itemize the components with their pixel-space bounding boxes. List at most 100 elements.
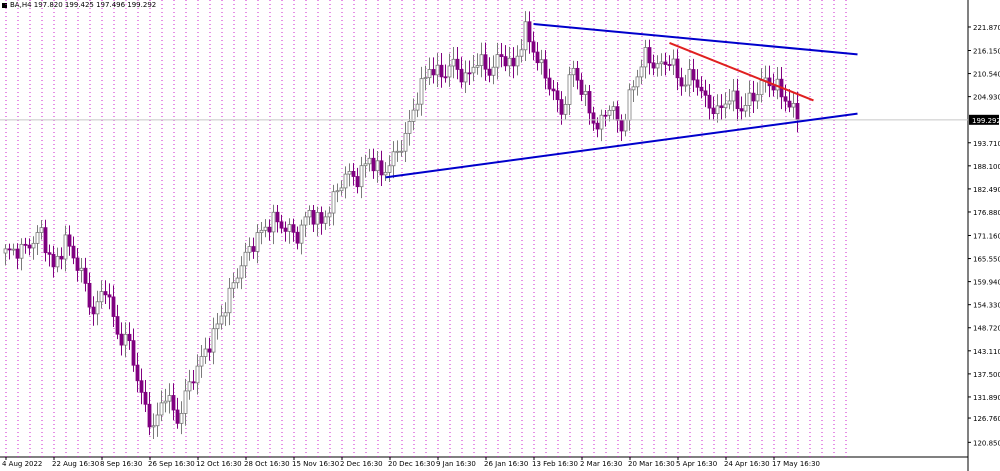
price-tick-label: 165.550 [973, 256, 1000, 264]
candle-body [91, 306, 96, 315]
candle-body [339, 187, 344, 192]
candle-body [371, 157, 376, 172]
price-tick-label: 182.490 [973, 186, 1000, 194]
price-tick-label: 221.870 [973, 24, 1000, 32]
candle-body [567, 74, 572, 105]
price-chart[interactable]: 221.870 216.150 210.540 204.930 193.710 188.1… [0, 0, 1000, 471]
candle-body [83, 267, 88, 284]
candle-body [55, 255, 60, 268]
price-tick-label: 131.890 [973, 394, 1000, 402]
candle-body [467, 72, 472, 75]
candle-body [415, 103, 420, 111]
time-tick-label: 22 Aug 16:30 [52, 460, 99, 468]
candle-body [3, 248, 8, 254]
candle-body [7, 248, 12, 251]
candle-body [119, 333, 124, 346]
blue-trendline[interactable] [533, 22, 858, 56]
candle-body [755, 94, 760, 102]
candle-body [387, 165, 392, 173]
candle-body [179, 412, 184, 424]
candle-body [739, 108, 744, 112]
candle-body [227, 287, 232, 314]
candle-body [743, 105, 748, 112]
candle-body [443, 76, 448, 79]
candle-body [531, 41, 536, 53]
candle-body [219, 315, 224, 325]
candle-body [663, 61, 668, 65]
candle-body [267, 226, 272, 233]
candle-body [231, 282, 236, 289]
candle-body [511, 57, 516, 67]
candle-body [107, 294, 112, 298]
candle-body [451, 58, 456, 67]
candle-body [335, 190, 340, 193]
candle-body [603, 114, 608, 117]
candle-body [123, 333, 128, 346]
time-tick-label: 4 Aug 2022 [2, 460, 42, 468]
candle-body [559, 99, 564, 115]
candle-body [619, 119, 624, 132]
candle-body [671, 58, 676, 66]
price-tick-label: 126.760 [973, 415, 1000, 423]
candle-body [427, 69, 432, 79]
candle-body [279, 221, 284, 229]
candle-body [311, 210, 316, 225]
candle-body [615, 106, 620, 121]
candle-body [627, 89, 632, 121]
chart-window: BA,H4 197.820 199.425 197.496 199.292 22… [0, 0, 1000, 471]
candle-body [551, 88, 556, 92]
candle-body [591, 112, 596, 124]
candle-body [75, 257, 80, 271]
candle-body [351, 171, 356, 177]
time-tick-label: 24 Apr 16:30 [724, 460, 770, 468]
candle-body [347, 171, 352, 175]
candle-body [175, 409, 180, 424]
candle-body [771, 85, 776, 91]
candle-body [783, 96, 788, 102]
candle-body [355, 176, 360, 188]
candle-body [243, 251, 248, 267]
candle-body [323, 216, 328, 224]
time-tick-label: 17 May 16:30 [772, 460, 820, 468]
candle-body [215, 323, 220, 330]
candle-body [635, 76, 640, 88]
candle-body [295, 231, 300, 244]
candle-body [399, 150, 404, 153]
candle-body [59, 255, 64, 260]
candle-body [679, 77, 684, 87]
candle-body [759, 80, 764, 96]
candle-body [319, 212, 324, 224]
candle-body [207, 348, 212, 353]
candle-body [547, 77, 552, 90]
candle-body [299, 224, 304, 244]
candle-body [715, 105, 720, 115]
candle-body [659, 61, 664, 65]
candle-body [163, 400, 168, 404]
candle-body [303, 216, 308, 226]
candle-body [539, 59, 544, 64]
price-tick-label: 171.160 [973, 232, 1000, 240]
candle-body [283, 227, 288, 232]
candle-body [459, 69, 464, 83]
candle-body [475, 65, 480, 68]
candle-body [639, 66, 644, 78]
candle-body [691, 69, 696, 81]
candle-body [631, 86, 636, 91]
price-tick-label: 148.720 [973, 325, 1000, 333]
candle-body [579, 79, 584, 95]
time-tick-label: 12 Oct 16:30 [196, 460, 242, 468]
price-tick-label: 204.930 [973, 94, 1000, 102]
candle-body [223, 312, 228, 317]
candle-body [483, 54, 488, 70]
time-tick-label: 8 Sep 16:30 [100, 460, 142, 468]
candle-body [727, 100, 732, 105]
current-price-label: 199.292 [972, 117, 1000, 125]
candle-body [403, 132, 408, 152]
candle-body [487, 68, 492, 76]
price-tick-label: 120.850 [973, 439, 1000, 447]
candle-body [147, 403, 152, 428]
candle-body [647, 47, 652, 64]
candle-body [431, 69, 436, 76]
candle-body [255, 232, 260, 252]
candle-body [395, 150, 400, 153]
